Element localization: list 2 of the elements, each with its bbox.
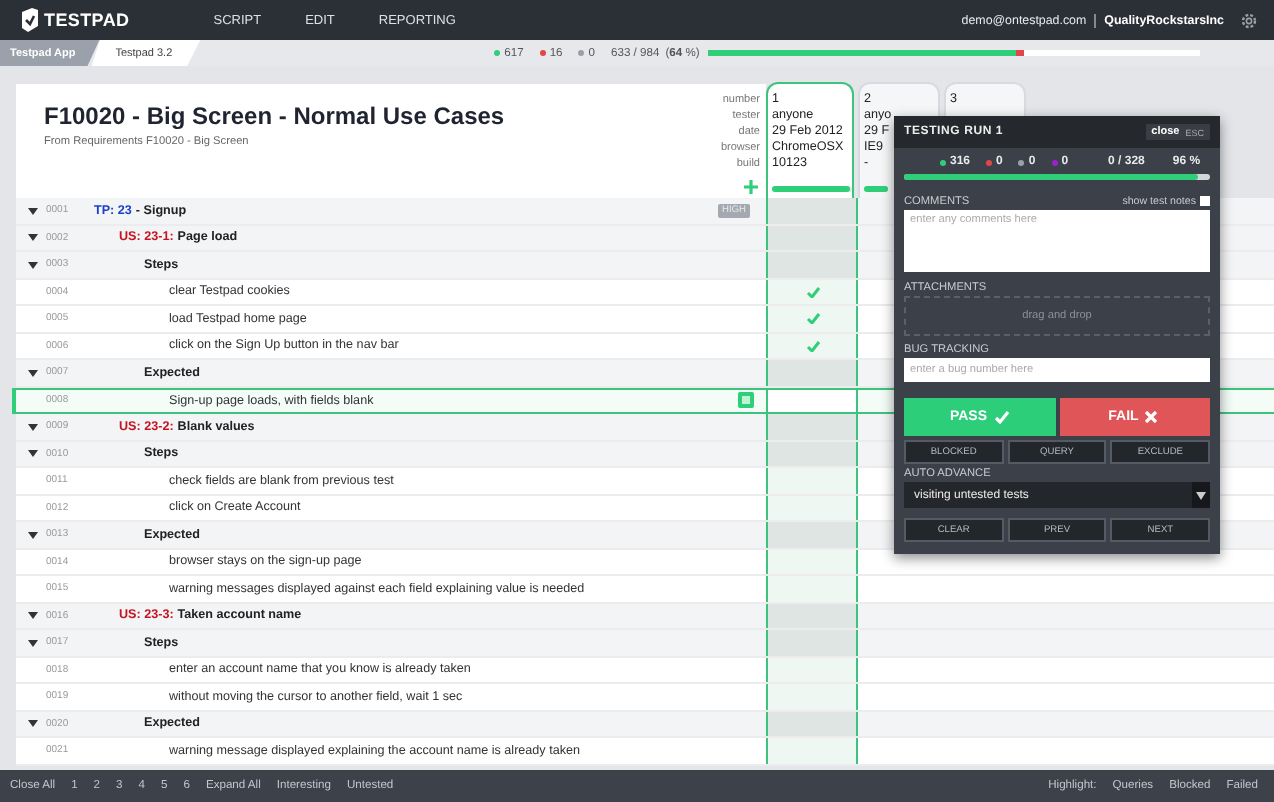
script-title: F10020 - Big Screen - Normal Use Cases — [44, 102, 507, 130]
logo-text: TESTPAD — [44, 10, 130, 30]
